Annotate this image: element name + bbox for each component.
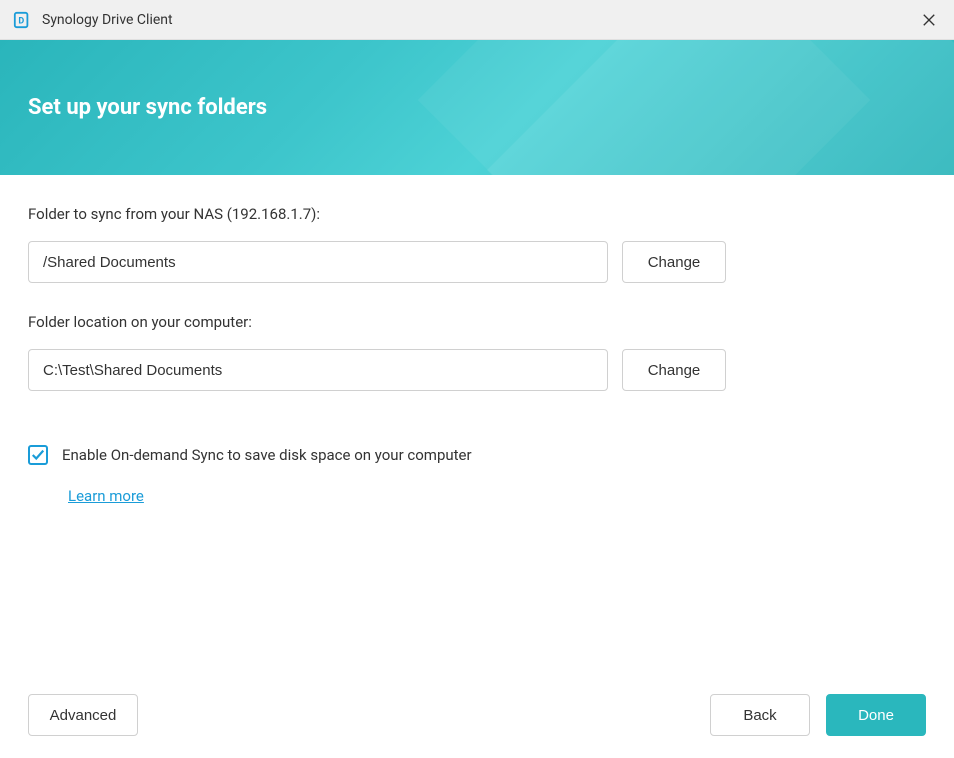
content-area: Folder to sync from your NAS (192.168.1.… xyxy=(0,175,954,676)
page-title: Set up your sync folders xyxy=(28,95,267,120)
local-folder-row: Change xyxy=(28,349,926,391)
svg-text:D: D xyxy=(18,16,24,26)
local-folder-input[interactable] xyxy=(28,349,608,391)
learn-more-link[interactable]: Learn more xyxy=(68,487,926,505)
nas-folder-input[interactable] xyxy=(28,241,608,283)
header-banner: Set up your sync folders xyxy=(0,40,954,175)
footer-right: Back Done xyxy=(710,694,926,736)
ondemand-row: Enable On-demand Sync to save disk space… xyxy=(28,445,926,465)
app-icon: D xyxy=(12,10,32,30)
ondemand-label: Enable On-demand Sync to save disk space… xyxy=(62,446,472,464)
close-button[interactable] xyxy=(914,5,944,35)
back-button[interactable]: Back xyxy=(710,694,810,736)
nas-folder-label: Folder to sync from your NAS (192.168.1.… xyxy=(28,205,926,223)
local-change-button[interactable]: Change xyxy=(622,349,726,391)
ondemand-checkbox[interactable] xyxy=(28,445,48,465)
nas-change-button[interactable]: Change xyxy=(622,241,726,283)
advanced-button[interactable]: Advanced xyxy=(28,694,138,736)
footer: Advanced Back Done xyxy=(0,676,954,758)
close-icon xyxy=(922,13,936,27)
nas-folder-row: Change xyxy=(28,241,926,283)
titlebar: D Synology Drive Client xyxy=(0,0,954,40)
check-icon xyxy=(31,448,45,462)
done-button[interactable]: Done xyxy=(826,694,926,736)
local-folder-label: Folder location on your computer: xyxy=(28,313,926,331)
app-title: Synology Drive Client xyxy=(42,12,173,28)
